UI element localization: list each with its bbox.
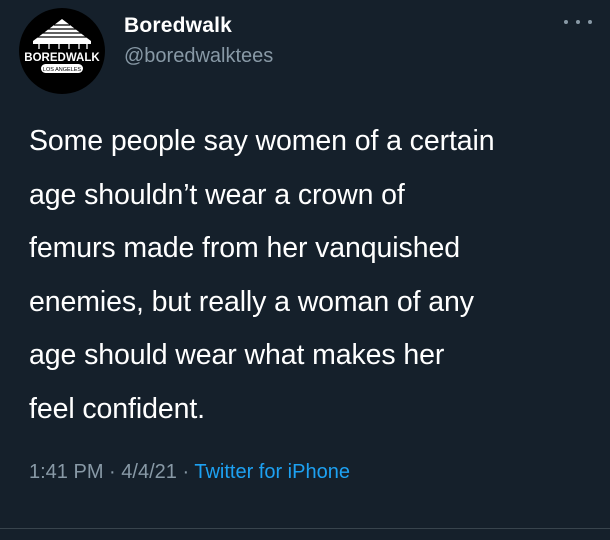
more-horizontal-icon[interactable]: [564, 14, 592, 30]
more-dot: [588, 20, 592, 24]
author-handle[interactable]: @boredwalktees: [124, 45, 273, 68]
boredwalk-logo-icon: BOREDWALK LOS ANGELES: [24, 19, 100, 73]
meta-separator: ·: [109, 461, 116, 483]
tweet-card: BOREDWALK LOS ANGELES Boredwalk @boredwa…: [0, 0, 610, 540]
tweet-text: Some people say women of a certain age s…: [29, 125, 495, 425]
more-dot: [576, 20, 580, 24]
tweet-source-link[interactable]: Twitter for iPhone: [194, 461, 350, 483]
tweet-metadata: 1:41 PM · 4/4/21 · Twitter for iPhone: [29, 461, 350, 484]
avatar[interactable]: BOREDWALK LOS ANGELES: [19, 8, 105, 94]
author-display-name[interactable]: Boredwalk: [124, 14, 232, 38]
logo-text: BOREDWALK: [24, 52, 100, 64]
tweet-time[interactable]: 1:41 PM: [29, 461, 103, 483]
logo-subtext: LOS ANGELES: [43, 67, 82, 73]
divider: [0, 528, 610, 529]
meta-separator: ·: [182, 461, 190, 483]
more-dot: [564, 20, 568, 24]
tweet-date[interactable]: 4/4/21: [121, 461, 177, 483]
